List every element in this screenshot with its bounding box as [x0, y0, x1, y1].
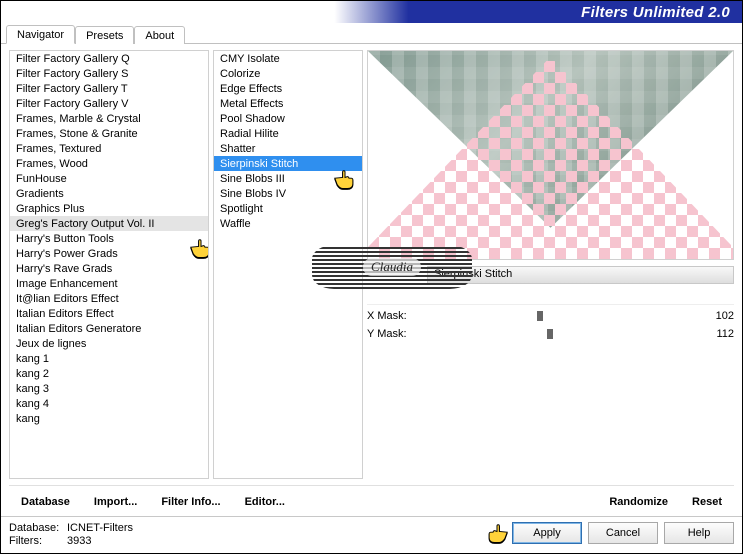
- tab-strip: Navigator Presets About: [1, 23, 742, 44]
- title-bar: Filters Unlimited 2.0: [1, 1, 742, 24]
- category-item[interactable]: kang 1: [10, 351, 208, 366]
- category-item[interactable]: Filter Factory Gallery S: [10, 66, 208, 81]
- category-item[interactable]: Gradients: [10, 186, 208, 201]
- filter-preview: [367, 50, 734, 260]
- watermark-label: Claudia: [363, 258, 421, 276]
- filters-count-value: 3933: [67, 535, 91, 547]
- category-item[interactable]: Frames, Textured: [10, 141, 208, 156]
- category-item[interactable]: It@lian Editors Effect: [10, 291, 208, 306]
- param-value: 102: [700, 310, 734, 322]
- param-label: X Mask:: [367, 310, 425, 322]
- category-item[interactable]: Harry's Power Grads: [10, 246, 208, 261]
- category-list[interactable]: Filter Factory Gallery QFilter Factory G…: [9, 50, 209, 479]
- category-item[interactable]: kang 3: [10, 381, 208, 396]
- filters-count-label: Filters:: [9, 535, 61, 547]
- database-value: ICNET-Filters: [67, 522, 133, 534]
- param-slider[interactable]: [433, 309, 692, 323]
- filter-item[interactable]: Sine Blobs III: [214, 171, 362, 186]
- category-item[interactable]: Frames, Stone & Granite: [10, 126, 208, 141]
- watermark: Claudia: [312, 245, 472, 289]
- category-item[interactable]: Image Enhancement: [10, 276, 208, 291]
- category-item[interactable]: Italian Editors Generatore: [10, 321, 208, 336]
- filter-item[interactable]: Metal Effects: [214, 96, 362, 111]
- toolbar: Database Import... Filter Info... Editor…: [9, 485, 734, 512]
- category-item[interactable]: Graphics Plus: [10, 201, 208, 216]
- filter-item[interactable]: Sierpinski Stitch: [214, 156, 362, 171]
- filter-item[interactable]: Edge Effects: [214, 81, 362, 96]
- category-item[interactable]: Frames, Marble & Crystal: [10, 111, 208, 126]
- filter-info-button[interactable]: Filter Info...: [149, 492, 232, 512]
- category-item[interactable]: Filter Factory Gallery Q: [10, 51, 208, 66]
- help-button[interactable]: Help: [664, 522, 734, 544]
- param-value: 112: [700, 328, 734, 340]
- category-item[interactable]: Harry's Rave Grads: [10, 261, 208, 276]
- filter-item[interactable]: Shatter: [214, 141, 362, 156]
- footer: Database: ICNET-Filters Filters: 3933 Appl…: [1, 516, 742, 553]
- filter-item[interactable]: Colorize: [214, 66, 362, 81]
- editor-button[interactable]: Editor...: [233, 492, 297, 512]
- filter-item[interactable]: Waffle: [214, 216, 362, 231]
- category-item[interactable]: Jeux de lignes: [10, 336, 208, 351]
- category-item[interactable]: FunHouse: [10, 171, 208, 186]
- category-item[interactable]: Filter Factory Gallery V: [10, 96, 208, 111]
- database-button[interactable]: Database: [9, 492, 82, 512]
- cancel-button[interactable]: Cancel: [588, 522, 658, 544]
- filter-name-field: Sierpinski Stitch: [427, 266, 734, 284]
- filter-item[interactable]: Spotlight: [214, 201, 362, 216]
- import-button[interactable]: Import...: [82, 492, 149, 512]
- filter-item[interactable]: Radial Hilite: [214, 126, 362, 141]
- parameter-panel: X Mask: 102 Y Mask: 112: [367, 304, 734, 343]
- filter-item[interactable]: Sine Blobs IV: [214, 186, 362, 201]
- category-item[interactable]: Italian Editors Effect: [10, 306, 208, 321]
- category-item[interactable]: kang: [10, 411, 208, 426]
- param-label: Y Mask:: [367, 328, 425, 340]
- category-item[interactable]: Harry's Button Tools: [10, 231, 208, 246]
- tab-about[interactable]: About: [134, 26, 185, 44]
- randomize-button[interactable]: Randomize: [597, 492, 680, 512]
- apply-button[interactable]: Apply: [512, 522, 582, 544]
- category-item[interactable]: Greg's Factory Output Vol. II: [10, 216, 208, 231]
- filter-item[interactable]: Pool Shadow: [214, 111, 362, 126]
- param-slider[interactable]: [433, 327, 692, 341]
- category-item[interactable]: kang 4: [10, 396, 208, 411]
- category-item[interactable]: Frames, Wood: [10, 156, 208, 171]
- filter-item[interactable]: CMY Isolate: [214, 51, 362, 66]
- pointer-icon: [484, 522, 510, 544]
- tab-navigator[interactable]: Navigator: [6, 25, 75, 44]
- tab-presets[interactable]: Presets: [75, 26, 134, 44]
- database-label: Database:: [9, 522, 61, 534]
- reset-button[interactable]: Reset: [680, 492, 734, 512]
- category-item[interactable]: Filter Factory Gallery T: [10, 81, 208, 96]
- category-item[interactable]: kang 2: [10, 366, 208, 381]
- window-title: Filters Unlimited 2.0: [581, 4, 730, 21]
